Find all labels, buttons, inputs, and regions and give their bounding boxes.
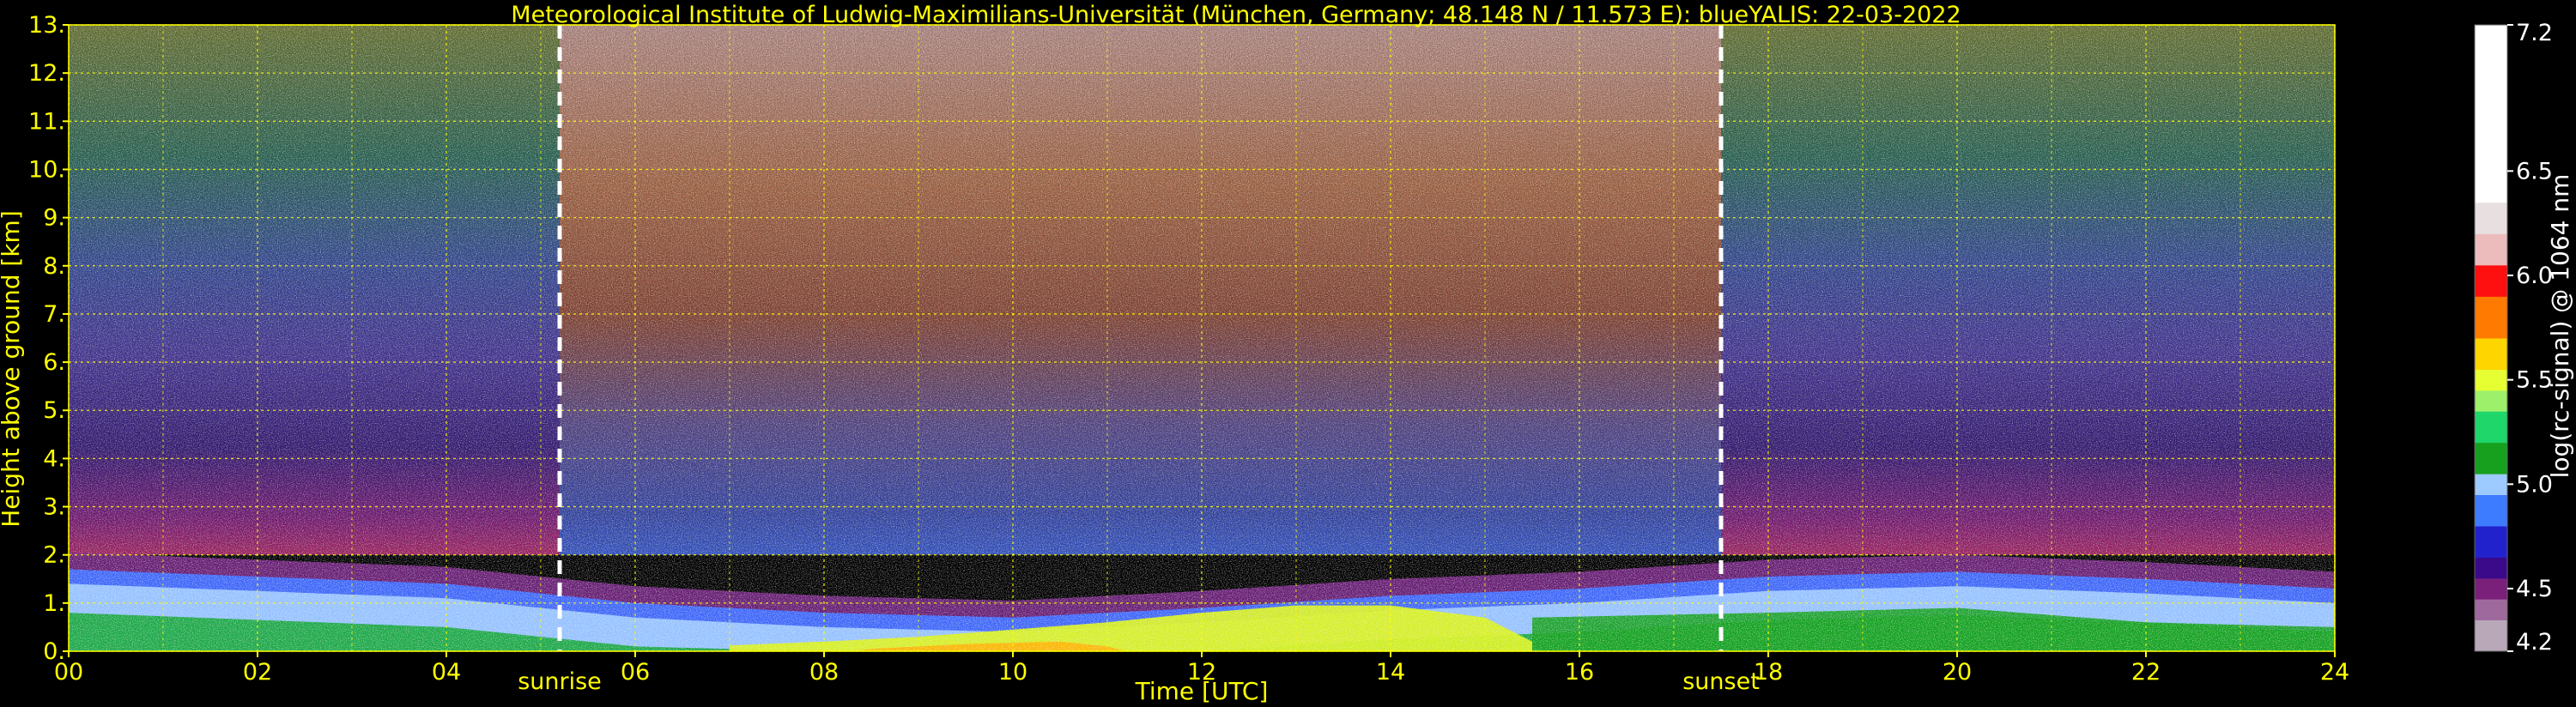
- y-tick-label: 4.: [43, 445, 65, 472]
- x-tick-label: 10: [998, 659, 1027, 686]
- colorbar-tick-label: 7.2: [2516, 20, 2553, 46]
- colorbar-segment: [2475, 264, 2507, 297]
- sunrise-label: sunrise: [518, 668, 602, 695]
- x-tick-label: 14: [1376, 659, 1405, 686]
- y-axis-label: Height above ground [km]: [0, 210, 25, 528]
- colorbar-segment: [2475, 494, 2507, 527]
- chart-title: Meteorological Institute of Ludwig-Maxim…: [511, 2, 1961, 28]
- colorbar-segment: [2475, 526, 2507, 558]
- colorbar-label: log(rc-signal) @ 1064 nm: [2546, 174, 2574, 479]
- sunset-label: sunset: [1682, 668, 1760, 695]
- y-tick-label: 6.: [43, 349, 65, 376]
- x-tick-label: 02: [243, 659, 272, 686]
- colorbar-segment: [2475, 577, 2507, 600]
- x-axis-label: Time [UTC]: [1135, 677, 1269, 705]
- x-tick-label: 22: [2131, 659, 2161, 686]
- x-tick-label: 06: [621, 659, 650, 686]
- y-tick-label: 1.: [43, 590, 65, 617]
- y-tick-label: 7.: [43, 301, 65, 328]
- colorbar-segment: [2475, 338, 2507, 370]
- colorbar-segment: [2475, 233, 2507, 266]
- colorbar-segment: [2475, 411, 2507, 444]
- x-tick-label: 04: [432, 659, 461, 686]
- colorbar-segment: [2475, 442, 2507, 474]
- x-tick-label: 16: [1565, 659, 1594, 686]
- y-tick-label: 5.: [43, 397, 65, 424]
- x-tick-label: 24: [2320, 659, 2349, 686]
- colorbar-segment: [2475, 202, 2507, 234]
- colorbar-segment: [2475, 557, 2507, 579]
- x-tick-label: 08: [809, 659, 839, 686]
- x-tick-label: 18: [1754, 659, 1783, 686]
- colorbar-tick-label: 4.5: [2516, 576, 2553, 602]
- lidar-chart: sunrise sunset 00 02 04 06 08 10 12 14 16 18 20 22 24…: [0, 2, 2574, 705]
- y-tick-label: 12.: [28, 60, 65, 87]
- colorbar-segment: [2475, 296, 2507, 339]
- colorbar-tick-label: 4.2: [2516, 629, 2553, 656]
- colorbar-segment: [2475, 619, 2507, 652]
- y-tick-label: 3.: [43, 494, 65, 521]
- colorbar-segment: [2475, 369, 2507, 391]
- y-tick-label: 10.: [28, 156, 65, 183]
- colorbar-segment: [2475, 390, 2507, 412]
- y-tick-label: 11.: [28, 108, 65, 135]
- y-tick-label: 2.: [43, 542, 65, 569]
- y-tick-label: 9.: [43, 205, 65, 232]
- colorbar: 4.24.55.05.56.06.57.2: [2474, 20, 2553, 656]
- y-tick-label: 13.: [28, 12, 65, 39]
- colorbar-segment: [2475, 599, 2507, 620]
- colorbar-segment: [2475, 474, 2507, 495]
- colorbar-segment: [2475, 25, 2507, 203]
- y-tick-label: 8.: [43, 253, 65, 280]
- x-tick-label: 20: [1943, 659, 1972, 686]
- y-tick-label: 0.: [43, 638, 65, 665]
